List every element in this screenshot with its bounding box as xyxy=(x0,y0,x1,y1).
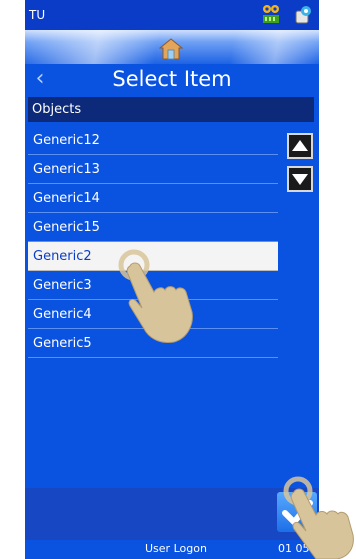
list-item[interactable]: Generic5 xyxy=(28,329,278,358)
list-item[interactable]: Generic15 xyxy=(28,213,278,242)
checkmark-icon xyxy=(282,500,313,525)
user-logon-label[interactable]: User Logon xyxy=(145,542,207,555)
list-item[interactable]: Generic4 xyxy=(28,300,278,329)
status-line: User Logon 01 05 xyxy=(25,540,319,559)
list-header: Objects xyxy=(28,97,314,122)
status-bar: TU xyxy=(25,0,319,30)
settings-icon[interactable] xyxy=(293,5,313,25)
footer-bar xyxy=(25,488,319,540)
list-item[interactable]: Generic12 xyxy=(28,126,278,155)
home-bar xyxy=(25,30,319,64)
network-icon[interactable] xyxy=(261,4,281,24)
scroll-down-button[interactable] xyxy=(287,166,313,192)
confirm-button[interactable] xyxy=(277,492,317,532)
arrow-up-icon xyxy=(292,140,308,151)
item-list: Generic12 Generic13 Generic14 Generic15 … xyxy=(28,126,278,358)
list-item-selected[interactable]: Generic2 xyxy=(28,242,278,271)
status-title: TU xyxy=(29,8,46,22)
header: ‹ Select Item xyxy=(25,64,319,94)
clock-label: 01 05 xyxy=(278,542,310,555)
list-item[interactable]: Generic3 xyxy=(28,271,278,300)
home-icon[interactable] xyxy=(159,38,183,60)
arrow-down-icon xyxy=(292,174,308,185)
scroll-up-button[interactable] xyxy=(287,133,313,159)
page-title: Select Item xyxy=(112,67,232,91)
app-screen: TU ‹ Select Item Objects Generic12 Gener… xyxy=(25,0,319,559)
list-item[interactable]: Generic13 xyxy=(28,155,278,184)
list-item[interactable]: Generic14 xyxy=(28,184,278,213)
